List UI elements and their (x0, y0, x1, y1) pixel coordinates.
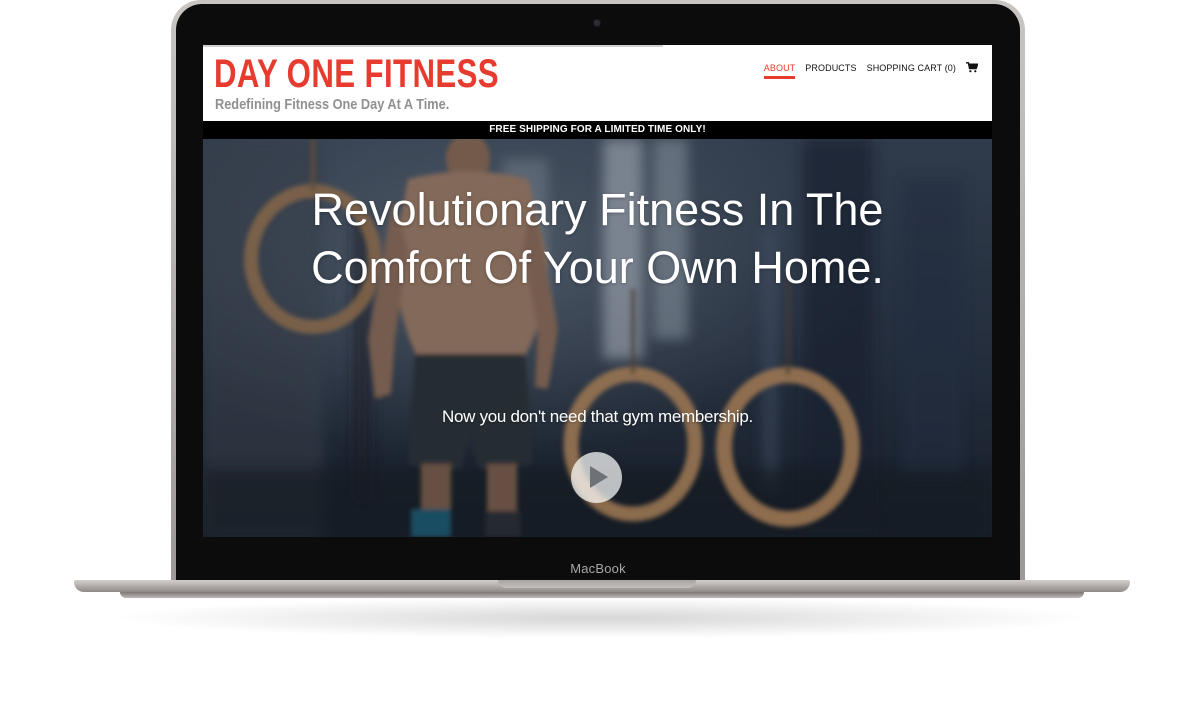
brand-tagline: Redefining Fitness One Day At A Time. (215, 96, 450, 113)
shopping-cart-icon[interactable] (966, 62, 978, 73)
promo-banner: FREE SHIPPING FOR A LIMITED TIME ONLY! (203, 121, 992, 139)
header-top-divider (203, 45, 663, 47)
brand-logo[interactable]: DAY ONE FITNESS (214, 51, 499, 97)
laptop-screen: DAY ONE FITNESS Redefining Fitness One D… (203, 45, 992, 537)
nav-item-products[interactable]: PRODUCTS (805, 63, 856, 76)
nav-item-shopping-cart[interactable]: SHOPPING CART (0) (867, 63, 956, 76)
nav-item-about[interactable]: ABOUT (763, 63, 796, 79)
site-header: DAY ONE FITNESS Redefining Fitness One D… (203, 45, 992, 121)
hero-subheadline: Now you don't need that gym membership. (442, 407, 753, 426)
laptop-base-edge (120, 592, 1084, 598)
laptop-hinge-notch (498, 580, 696, 588)
webcam (594, 20, 600, 26)
device-label: MacBook (570, 561, 626, 576)
laptop-shadow (120, 598, 1084, 638)
hero-section: Revolutionary Fitness In The Comfort Of … (203, 139, 992, 537)
play-icon (590, 466, 608, 488)
play-video-button[interactable] (571, 452, 622, 503)
main-nav: ABOUT PRODUCTS SHOPPING CART (0) (763, 62, 978, 79)
hero-headline: Revolutionary Fitness In The Comfort Of … (311, 184, 884, 293)
